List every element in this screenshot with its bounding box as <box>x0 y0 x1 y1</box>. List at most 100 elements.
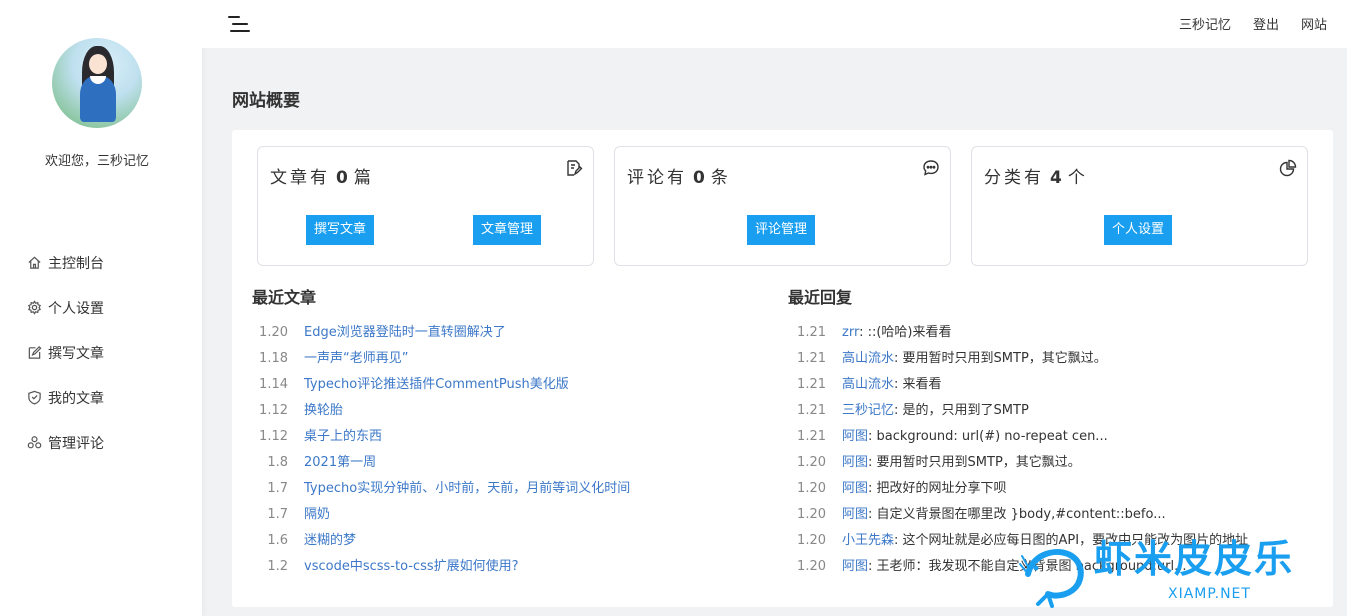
list-item: 1.21 高山流水: 要用暂时只用到SMTP，其它飘过。 <box>788 346 1248 372</box>
reply-date: 1.20 <box>797 507 826 522</box>
watermark-text: 虾米皮皮乐 <box>1094 537 1295 581</box>
reply-text: 是的，只用到了SMTP <box>902 403 1029 418</box>
reply-text: 要用暂时只用到SMTP，其它飘过。 <box>902 351 1107 366</box>
recent-replies-title: 最近回复 <box>788 288 853 307</box>
reply-author[interactable]: 三秒记忆 <box>842 403 894 418</box>
reply-date: 1.21 <box>797 351 826 366</box>
reply-author[interactable]: 小王先森 <box>842 533 894 548</box>
manage-comments-button[interactable]: 评论管理 <box>747 215 816 245</box>
posts-stat-text: 文章有 0 篇 <box>270 168 374 188</box>
chat-icon <box>922 159 940 177</box>
shrimp-logo-icon <box>1019 549 1084 608</box>
home-icon <box>25 254 43 272</box>
comments-count: 0 <box>693 168 705 188</box>
post-link[interactable]: Typecho评论推送插件CommentPush美化版 <box>304 377 569 392</box>
watermark-url: XIAMP.NET <box>1168 586 1251 602</box>
posts-stat-card: 文章有 0 篇 撰写文章 文章管理 <box>257 146 594 266</box>
edit-icon <box>25 344 43 362</box>
list-item: 1.20 阿图: 把改好的网址分享下呗 <box>788 476 1248 502</box>
post-link[interactable]: 换轮胎 <box>304 403 343 418</box>
write-post-button[interactable]: 撰写文章 <box>306 215 375 245</box>
page-title: 网站概要 <box>232 91 300 111</box>
reply-date: 1.20 <box>797 481 826 496</box>
list-item: 1.21 三秒记忆: 是的，只用到了SMTP <box>788 398 1248 424</box>
post-date: 1.7 <box>267 507 288 522</box>
list-item: 1.12 换轮胎 <box>252 398 630 424</box>
sidebar-item-write[interactable]: 撰写文章 <box>25 330 104 375</box>
post-date: 1.6 <box>267 533 288 548</box>
comments-stat-card: 评论有 0 条 评论管理 <box>614 146 951 266</box>
post-link[interactable]: 一声声“老师再见” <box>304 351 408 366</box>
recent-posts-list: 1.20 Edge浏览器登陆时一直转圈解决了 1.18 一声声“老师再见” 1.14… <box>252 320 630 580</box>
post-link[interactable]: 隔奶 <box>304 507 330 522</box>
post-date: 1.18 <box>259 351 288 366</box>
top-header: 三秒记忆 登出 网站 <box>202 0 1347 48</box>
reply-date: 1.20 <box>797 455 826 470</box>
sidebar-item-comments[interactable]: 管理评论 <box>25 420 104 465</box>
reply-author[interactable]: 阿图 <box>842 559 868 574</box>
header-links: 三秒记忆 登出 网站 <box>1179 14 1327 33</box>
reply-date: 1.20 <box>797 533 826 548</box>
pie-chart-icon <box>1279 159 1297 177</box>
header-link-site[interactable]: 网站 <box>1301 14 1327 33</box>
reply-author[interactable]: 高山流水 <box>842 377 894 392</box>
list-item: 1.7 Typecho实现分钟前、小时前，天前，月前等词义化时间 <box>252 476 630 502</box>
post-link[interactable]: Edge浏览器登陆时一直转圈解决了 <box>304 325 506 340</box>
reply-author[interactable]: 阿图 <box>842 507 868 522</box>
document-edit-icon <box>565 159 583 177</box>
sidebar-item-my-posts[interactable]: 我的文章 <box>25 375 104 420</box>
reply-date: 1.21 <box>797 403 826 418</box>
post-date: 1.7 <box>267 481 288 496</box>
reply-text: 自定义背景图在哪里改 }body,#content::befo... <box>876 507 1166 522</box>
list-item: 1.14 Typecho评论推送插件CommentPush美化版 <box>252 372 630 398</box>
reply-date: 1.21 <box>797 325 826 340</box>
manage-posts-button[interactable]: 文章管理 <box>473 215 542 245</box>
sidebar-item-label: 个人设置 <box>48 300 104 317</box>
list-item: 1.8 2021第一周 <box>252 450 630 476</box>
post-link[interactable]: Typecho实现分钟前、小时前，天前，月前等词义化时间 <box>304 481 630 496</box>
avatar[interactable] <box>52 38 142 128</box>
menu-toggle-icon[interactable] <box>228 14 250 34</box>
site-watermark: 虾米皮皮乐 XIAMP.NET <box>1018 528 1338 610</box>
welcome-text: 欢迎您，三秒记忆 <box>44 154 149 169</box>
post-link[interactable]: vscode中scss-to-css扩展如何使用? <box>304 559 519 574</box>
post-date: 1.2 <box>267 559 288 574</box>
list-item: 1.6 迷糊的梦 <box>252 528 630 554</box>
personal-settings-button[interactable]: 个人设置 <box>1104 215 1173 245</box>
list-item: 1.18 一声声“老师再见” <box>252 346 630 372</box>
sidebar-item-dashboard[interactable]: 主控制台 <box>25 240 104 285</box>
post-link[interactable]: 2021第一周 <box>304 455 376 470</box>
reply-date: 1.21 <box>797 429 826 444</box>
reply-text: 要用暂时只用到SMTP，其它飘过。 <box>876 455 1081 470</box>
comments-icon <box>25 434 43 452</box>
reply-author[interactable]: 阿图 <box>842 429 868 444</box>
sidebar-item-label: 撰写文章 <box>48 345 104 362</box>
reply-text: 来看看 <box>902 377 942 392</box>
list-item: 1.21 高山流水: 来看看 <box>788 372 1248 398</box>
list-item: 1.21 zrr: ::(哈哈)来看看 <box>788 320 1248 346</box>
list-item: 1.20 Edge浏览器登陆时一直转圈解决了 <box>252 320 630 346</box>
header-link-user[interactable]: 三秒记忆 <box>1179 14 1231 33</box>
reply-text: background: url(#) no-repeat cen... <box>876 429 1108 444</box>
post-date: 1.20 <box>259 325 288 340</box>
reply-text: 把改好的网址分享下呗 <box>876 481 1007 496</box>
header-link-logout[interactable]: 登出 <box>1253 14 1279 33</box>
sidebar-nav: 主控制台 个人设置 撰写文章 我的文章 管理评论 <box>25 240 104 465</box>
post-link[interactable]: 桌子上的东西 <box>304 429 382 444</box>
post-date: 1.14 <box>259 377 288 392</box>
reply-author[interactable]: 阿图 <box>842 455 868 470</box>
list-item: 1.7 隔奶 <box>252 502 630 528</box>
reply-author[interactable]: zrr <box>842 325 859 340</box>
sidebar-item-settings[interactable]: 个人设置 <box>25 285 104 330</box>
categories-count: 4 <box>1050 168 1062 188</box>
post-date: 1.12 <box>259 403 288 418</box>
reply-author[interactable]: 阿图 <box>842 481 868 496</box>
reply-author[interactable]: 高山流水 <box>842 351 894 366</box>
list-item: 1.12 桌子上的东西 <box>252 424 630 450</box>
post-date: 1.12 <box>259 429 288 444</box>
sidebar: 欢迎您，三秒记忆 主控制台 个人设置 撰写文章 我的文章 管理评论 <box>0 0 202 616</box>
categories-stat-text: 分类有 4 个 <box>984 168 1088 188</box>
sidebar-item-label: 主控制台 <box>48 255 104 272</box>
post-link[interactable]: 迷糊的梦 <box>304 533 356 548</box>
sidebar-item-label: 管理评论 <box>48 435 104 452</box>
